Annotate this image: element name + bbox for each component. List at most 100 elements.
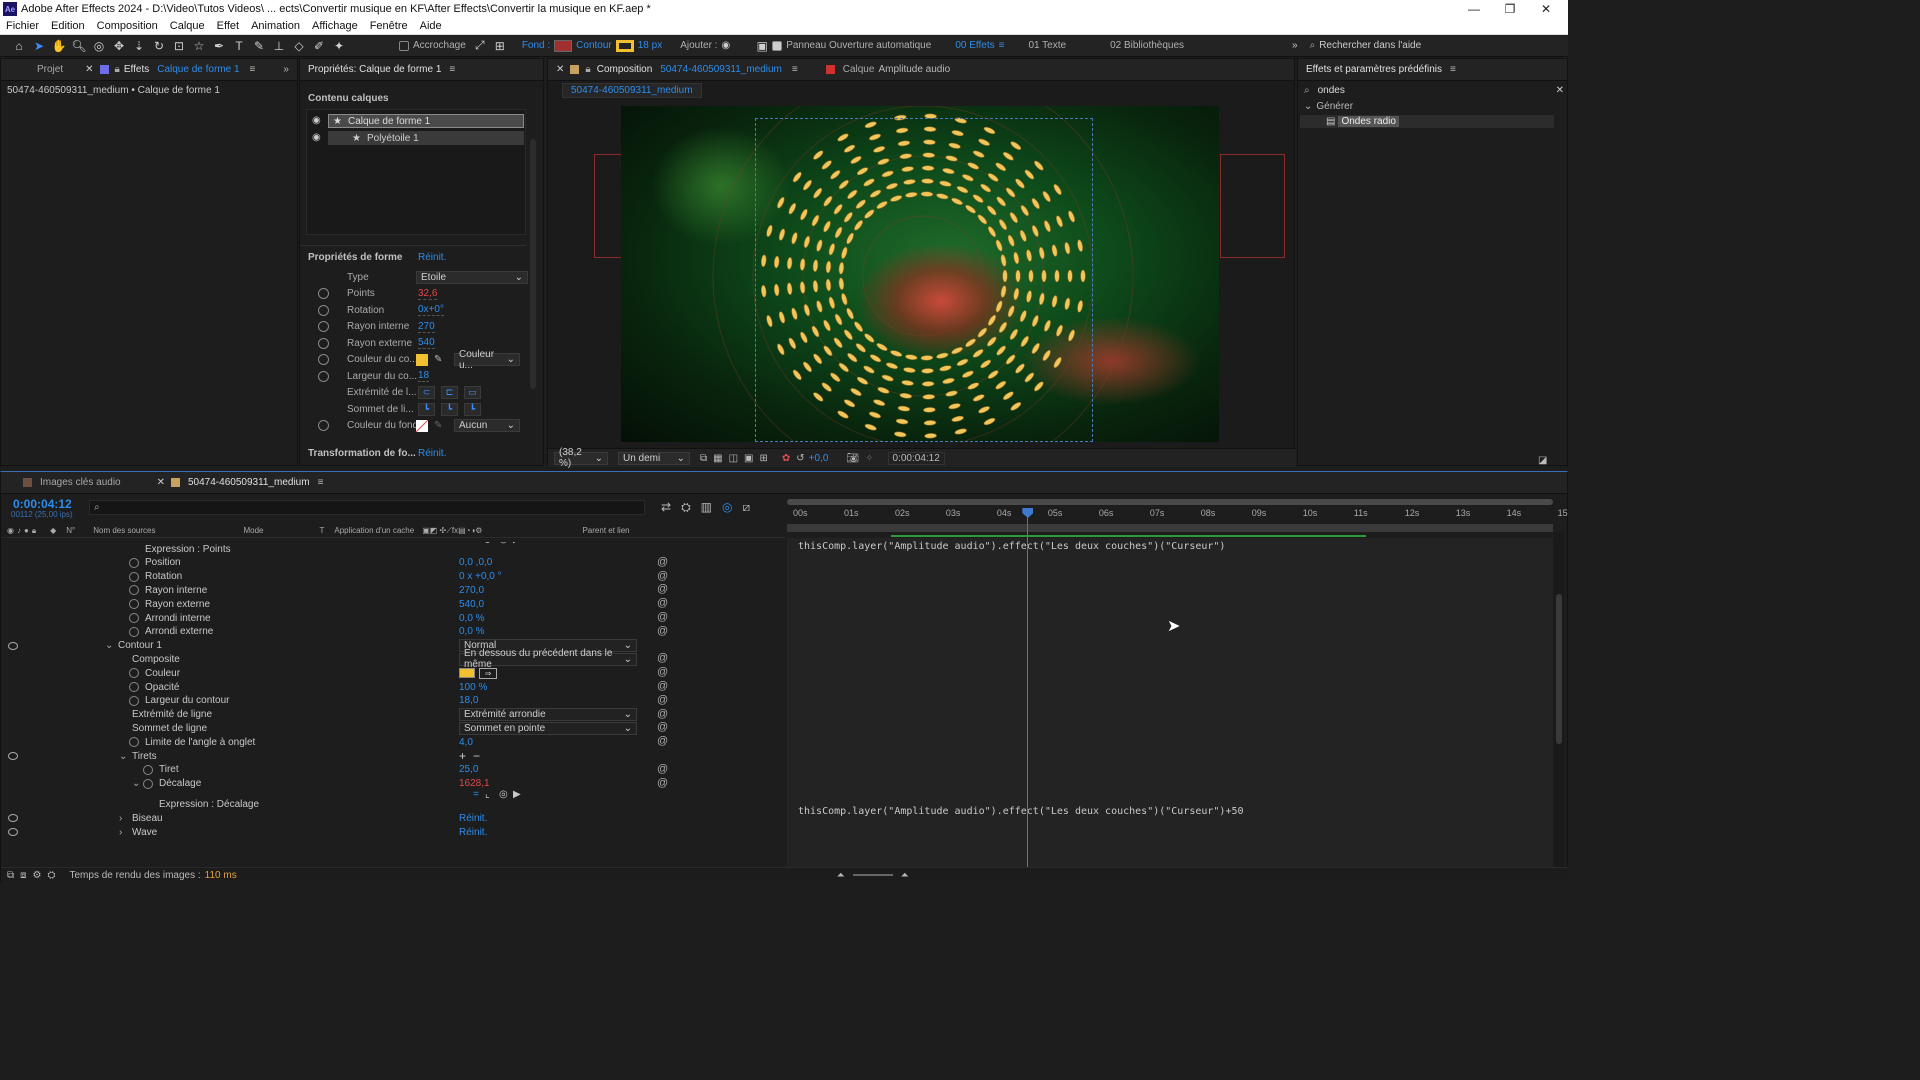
- stopwatch-icon[interactable]: [129, 626, 139, 637]
- expression-menu-icon[interactable]: ▶: [513, 542, 521, 545]
- pickwhip-icon[interactable]: @: [657, 625, 668, 637]
- stroke-swatch[interactable]: [615, 39, 634, 52]
- stopwatch-icon[interactable]: [318, 288, 329, 299]
- close-button[interactable]: ✕: [1528, 0, 1564, 18]
- pickwhip-icon[interactable]: @: [657, 763, 668, 775]
- menu-item[interactable]: Affichage: [306, 20, 364, 32]
- time-ruler[interactable]: 00s 01s 02s 03s 04s 05s 06s 07s 08s 09s 10s 11s 12s 1…: [787, 496, 1568, 524]
- graph-icon[interactable]: ⌞: [485, 542, 490, 545]
- fast-preview-icon[interactable]: ⧉: [700, 453, 707, 464]
- row-value[interactable]: 540,0: [459, 599, 484, 610]
- stopwatch-icon[interactable]: [318, 370, 329, 382]
- pickwhip-icon[interactable]: @: [657, 583, 668, 595]
- fill-type-dropdown[interactable]: Aucun ⌄: [454, 419, 520, 432]
- hand-tool-icon[interactable]: ✋: [50, 38, 68, 54]
- type-dropdown[interactable]: Etoile ⌄: [416, 270, 528, 284]
- status-icon[interactable]: ⚙: [33, 870, 42, 881]
- star-tool-icon[interactable]: ☆: [190, 38, 208, 54]
- zoom-out-icon[interactable]: ⏶: [837, 870, 845, 881]
- tab-images-cles[interactable]: Images clés audio: [32, 477, 129, 488]
- anchor-tool-icon[interactable]: ⊡: [170, 38, 188, 54]
- stopwatch-icon[interactable]: [129, 571, 139, 582]
- line-cap-option[interactable]: ▭: [464, 386, 481, 399]
- zoom-slider[interactable]: [852, 874, 893, 876]
- eyedropper-icon[interactable]: ⇒: [479, 667, 497, 679]
- row-dropdown[interactable]: Sommet en pointe ⌄: [459, 721, 637, 735]
- chevron-down-icon[interactable]: ⌄: [105, 640, 113, 651]
- calque-name[interactable]: Amplitude audio: [878, 64, 950, 75]
- chevron-right-icon[interactable]: ›: [119, 827, 122, 838]
- list-item[interactable]: ◉ ★ Calque de forme 1: [307, 114, 527, 128]
- status-icon[interactable]: ⧉: [7, 870, 14, 881]
- tab-effets[interactable]: Effets: [120, 64, 157, 75]
- menu-item[interactable]: Calque: [164, 20, 211, 32]
- chevron-down-icon[interactable]: ⌄: [119, 751, 127, 762]
- pan-tool-icon[interactable]: ✥: [110, 38, 128, 54]
- panneau-checkbox[interactable]: [772, 40, 783, 51]
- pen-tool-icon[interactable]: ✒: [210, 38, 228, 54]
- roi-icon[interactable]: ▣: [744, 453, 753, 464]
- audio-toggle-icon[interactable]: ♪: [17, 526, 21, 535]
- stopwatch-icon[interactable]: [129, 613, 139, 623]
- chevron-right-icon[interactable]: »: [1292, 40, 1298, 51]
- timeline-search-input[interactable]: ⌕: [89, 500, 645, 515]
- stopwatch-icon[interactable]: [129, 585, 139, 596]
- transform-reinit-button[interactable]: Réinit.: [418, 448, 446, 459]
- panel-menu-icon[interactable]: ≡: [449, 64, 455, 75]
- chevron-right-icon[interactable]: »: [283, 64, 289, 75]
- rotate-tool-icon[interactable]: ↻: [150, 38, 168, 54]
- workspace-texte[interactable]: 01 Texte: [1028, 40, 1066, 51]
- timeline-row[interactable]: Sommet de ligne Sommet en pointe ⌄ @: [1, 721, 785, 735]
- timeline-row[interactable]: Rotation 0 x +0,0 ° @: [1, 570, 785, 584]
- row-value[interactable]: 100 %: [459, 682, 487, 693]
- work-area-bar[interactable]: [787, 499, 1553, 505]
- menu-item[interactable]: Animation: [245, 20, 306, 32]
- stopwatch-icon[interactable]: [129, 668, 139, 679]
- pickwhip-icon[interactable]: @: [657, 721, 668, 733]
- text-tool-icon[interactable]: T: [230, 38, 248, 54]
- reinit-button[interactable]: Réinit.: [418, 252, 446, 263]
- graph-editor-icon[interactable]: ⧄: [743, 500, 751, 515]
- line-cap-option[interactable]: ⊂: [418, 386, 435, 399]
- expression-points-text[interactable]: thisComp.layer("Amplitude audio").effect…: [798, 541, 1225, 552]
- timeline-row[interactable]: Opacité 100 % @: [1, 680, 785, 694]
- grid-icon[interactable]: ⊞: [760, 453, 768, 464]
- zoom-dropdown[interactable]: (38,2 %) ⌄: [554, 447, 608, 469]
- row-value[interactable]: 0,0 %: [459, 626, 485, 637]
- panel-menu-icon[interactable]: ≡: [792, 64, 798, 75]
- stopwatch-icon[interactable]: [318, 354, 329, 365]
- layer-duration-bar[interactable]: [787, 524, 1553, 532]
- panel-menu-icon[interactable]: ≡: [318, 477, 324, 488]
- channel-icon[interactable]: ✿: [782, 453, 790, 464]
- property-value[interactable]: 32,6: [418, 288, 438, 300]
- line-join-option[interactable]: ┗: [441, 402, 458, 416]
- puppet-tool-icon[interactable]: ✦: [330, 38, 348, 54]
- workspace-menu-icon[interactable]: ≡: [999, 40, 1005, 51]
- fill-swatch[interactable]: [554, 39, 573, 52]
- comp-subtab[interactable]: 50474-460509311_medium: [562, 82, 702, 98]
- timeline-row[interactable]: Arrondi interne 0,0 % @: [1, 611, 785, 625]
- panel-menu-icon[interactable]: ≡: [1450, 64, 1456, 75]
- eye-icon[interactable]: ◉: [312, 115, 321, 126]
- expression-enable-icon[interactable]: =: [473, 789, 479, 800]
- pickwhip-icon[interactable]: ◎: [499, 542, 508, 545]
- eye-icon[interactable]: [8, 641, 18, 650]
- timeline-row[interactable]: Rayon interne 270,0 @: [1, 583, 785, 597]
- selection-tool-icon[interactable]: ➤: [30, 38, 48, 54]
- video-toggle-icon[interactable]: ◉: [7, 526, 14, 535]
- menu-item[interactable]: Effet: [211, 20, 245, 32]
- home-icon[interactable]: ⌂: [10, 38, 28, 54]
- row-value[interactable]: Réinit.: [459, 827, 487, 838]
- pickwhip-icon[interactable]: @: [657, 652, 668, 664]
- timeline-row[interactable]: › Wave Réinit.: [1, 825, 785, 839]
- menu-item[interactable]: Fenêtre: [364, 20, 414, 32]
- row-value[interactable]: 0,0 ,0,0: [459, 557, 492, 568]
- roto-tool-icon[interactable]: ✐: [310, 38, 328, 54]
- row-dropdown[interactable]: En dessous du précédent dans le même ⌄: [459, 648, 637, 670]
- eye-icon[interactable]: [8, 828, 18, 836]
- comp-flow-icon[interactable]: ⇄: [661, 500, 671, 515]
- pickwhip-icon[interactable]: @: [657, 570, 668, 582]
- tab-projet[interactable]: Projet: [29, 64, 71, 75]
- show-snapshot-icon[interactable]: ✧: [865, 453, 873, 464]
- selection-bounds[interactable]: [755, 118, 1093, 442]
